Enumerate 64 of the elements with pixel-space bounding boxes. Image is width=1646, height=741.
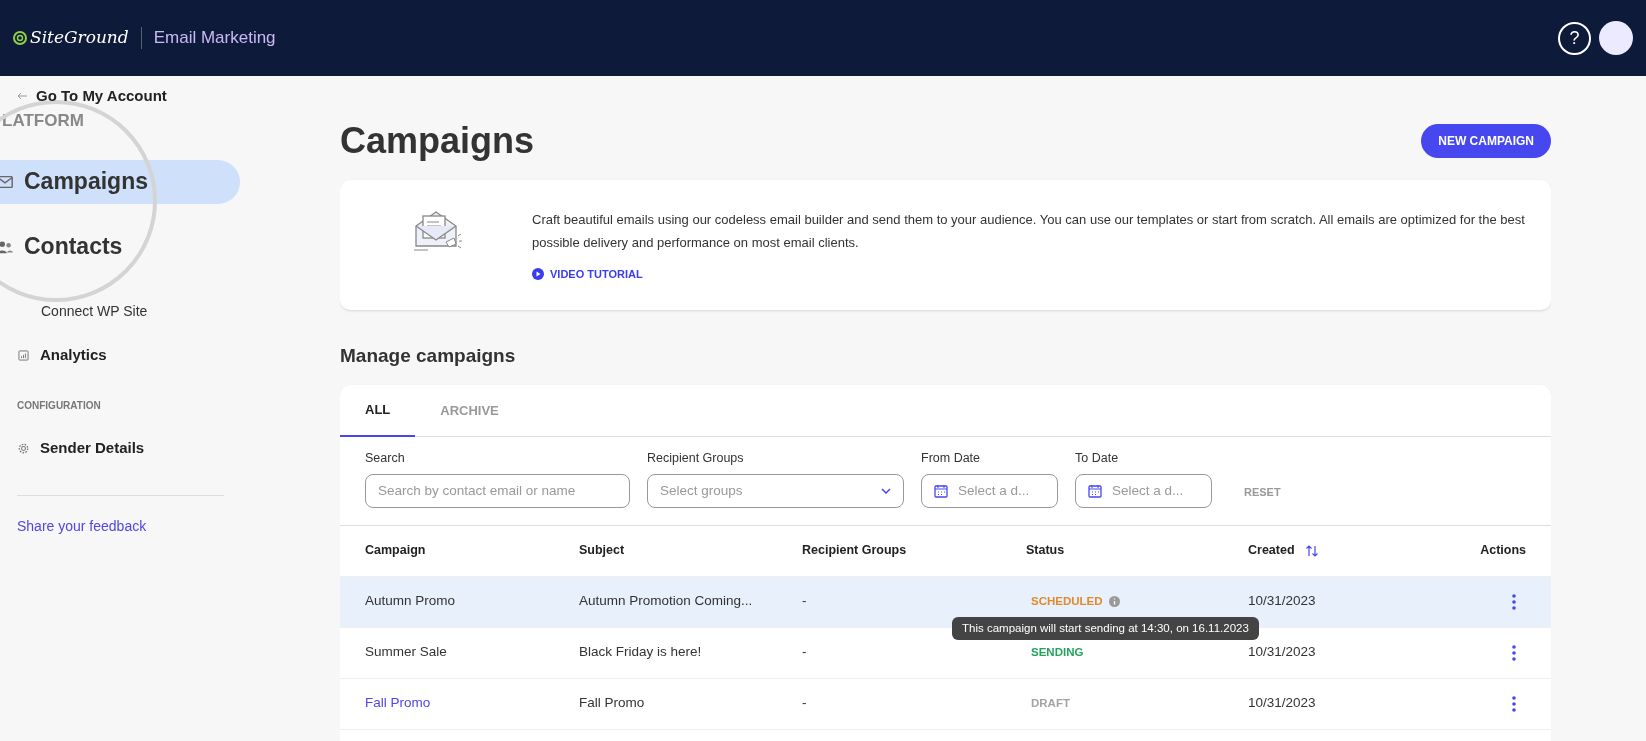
section-title: Manage campaigns [340, 344, 517, 368]
table-cell-text: 10/31/2023 [1248, 643, 1317, 662]
new-campaign-button[interactable]: NEW CAMPAIGN [1421, 124, 1551, 158]
nav-item[interactable]: Connect WP Site [0, 300, 330, 322]
column-header: Campaign [365, 542, 426, 560]
nav-item[interactable]: Campaigns [0, 159, 240, 204]
select-field[interactable]: Select groups [647, 473, 904, 508]
sort-icon[interactable] [1304, 543, 1319, 558]
intro-text: Craft beautiful emails using our codeless email builder and send them to your audience. You can use our templates or start from scratch. All emails are optimized for the best possible delivery and performance on most email clients. [532, 211, 1526, 252]
column-header: Recipient Groups [802, 542, 907, 560]
text-field[interactable]: Search by contact email or name [365, 473, 630, 508]
nav-item[interactable]: Sender Details [0, 436, 330, 461]
table-cell-text: - [802, 643, 808, 662]
table-cell-text: 10/31/2023 [1248, 592, 1317, 611]
avatar[interactable] [1599, 21, 1633, 55]
table-cell-text: 10/31/2023 [1248, 694, 1317, 713]
tab[interactable]: ALL [340, 384, 416, 437]
filter-label: Recipient Groups [647, 449, 745, 467]
arrow-left-icon [17, 92, 28, 100]
table-cell-text: Autumn Promotion Coming... [579, 592, 754, 611]
date-field[interactable]: Select a d... [1075, 473, 1212, 508]
feedback-link[interactable]: Share your feedback [0, 515, 330, 537]
more-icon[interactable] [1512, 695, 1516, 712]
column-header: Subject [579, 542, 625, 560]
nav-item[interactable]: Analytics [0, 343, 330, 368]
product-name: Email Marketing [153, 27, 276, 50]
link-text: Go To My Account [36, 85, 167, 106]
info-icon[interactable] [1108, 596, 1120, 607]
table-cell-text: - [802, 694, 808, 713]
table-cell-text: Autumn Promo [365, 592, 457, 611]
column-header: Status [1026, 542, 1065, 560]
table-cell-text: - [802, 592, 808, 611]
play-icon [532, 268, 544, 281]
chevron-down-icon [881, 487, 891, 494]
video-tutorial-link[interactable]: VIDEO TUTORIAL [532, 266, 643, 283]
back-link[interactable]: Go To My Account [0, 86, 330, 106]
section-label: LATFORM [1, 110, 85, 132]
calendar-icon [1088, 483, 1102, 498]
table-cell-text: Summer Sale [365, 643, 448, 662]
column-header: Created [1248, 542, 1295, 560]
gear-icon [17, 442, 30, 455]
filter-label: From Date [921, 449, 982, 467]
help-button[interactable]: ? [1558, 21, 1591, 55]
status-label: SENDING [1031, 644, 1084, 660]
more-icon[interactable] [1512, 593, 1516, 610]
status-label: DRAFT [1031, 695, 1070, 711]
column-header: Actions [1480, 542, 1526, 560]
calendar-icon [934, 483, 948, 498]
table-cell-text: Black Friday is here! [579, 643, 703, 662]
status-label: SCHEDULED [1031, 593, 1103, 609]
nav-item[interactable]: Contacts [0, 224, 240, 269]
campaign-link[interactable]: Fall Promo [365, 693, 579, 714]
chart-icon [17, 349, 30, 362]
date-field[interactable]: Select a d... [921, 473, 1058, 508]
tooltip: This campaign will start sending at 14:30, on 16.11.2023 [952, 616, 1259, 640]
page-title: Campaigns [340, 119, 535, 163]
filter-label: Search [365, 449, 406, 467]
logo-icon [13, 30, 27, 46]
more-icon[interactable] [1512, 644, 1516, 661]
section-label: CONFIGURATION [16, 398, 102, 413]
logo-text: SiteGround [30, 26, 129, 50]
table-cell-text: Fall Promo [579, 694, 646, 713]
filter-label: To Date [1075, 449, 1120, 467]
table-row[interactable]: Fall Promo Fall Promo - DRAFT 10/31/2023 [340, 678, 1551, 730]
